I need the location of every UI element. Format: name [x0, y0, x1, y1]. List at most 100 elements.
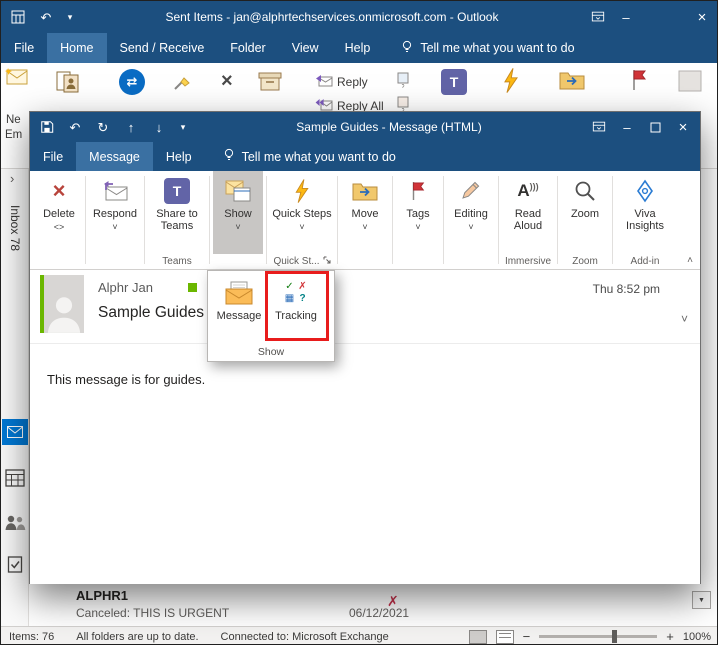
save-icon[interactable]	[36, 116, 58, 138]
zoom-level[interactable]: 100%	[683, 631, 711, 643]
customize-toolbar-chevron-icon[interactable]: ▾	[63, 6, 77, 28]
tell-me-box[interactable]: Tell me what you want to do	[215, 142, 404, 171]
tab-file[interactable]: File	[1, 33, 47, 63]
ribbon-button-quick-steps[interactable]: Quick Steps ˅	[270, 171, 334, 254]
ribbon-button-editing[interactable]: Editing ˅	[447, 171, 495, 254]
close-icon[interactable]: ×	[672, 116, 694, 138]
layout-normal-icon[interactable]	[468, 629, 487, 644]
dropdown-item-message[interactable]: Message	[213, 275, 265, 337]
archive-icon[interactable]	[257, 69, 283, 93]
nav-people-icon[interactable]	[2, 509, 28, 535]
respond-more-icon[interactable]: ˀ	[397, 72, 409, 92]
follow-up-flag-icon[interactable]	[629, 68, 649, 92]
canceled-meeting-icon: ✗	[387, 593, 399, 609]
cleanup-icon[interactable]	[171, 69, 195, 93]
minimize-icon[interactable]: –	[615, 6, 637, 28]
ribbon-button-share-to-teams[interactable]: T Share to Teams	[148, 171, 206, 254]
teams-icon: T	[164, 177, 190, 205]
customize-toolbar-chevron-icon[interactable]: ▾	[176, 116, 190, 138]
group-separator	[498, 176, 499, 264]
nav-mail-icon[interactable]	[2, 419, 28, 445]
collapse-ribbon-icon[interactable]: ˄	[687, 255, 693, 266]
layout-reading-icon[interactable]	[495, 629, 514, 644]
ribbon-button-viva-insights[interactable]: Viva Insights	[616, 171, 674, 254]
group-separator	[557, 176, 558, 264]
tab-help[interactable]: Help	[153, 142, 205, 171]
tab-folder[interactable]: Folder	[217, 33, 278, 63]
expand-folder-pane-icon[interactable]: ›	[10, 171, 14, 186]
group-editing: Editing ˅	[447, 171, 495, 269]
undo-icon[interactable]: ↶	[35, 6, 57, 28]
clipped-ribbon-icon[interactable]	[677, 69, 703, 93]
zoom-slider[interactable]	[539, 630, 658, 643]
ribbon-button-tags[interactable]: Tags ˅	[396, 171, 440, 254]
zoom-slider-thumb[interactable]	[612, 630, 618, 643]
tell-me-label: Tell me what you want to do	[420, 41, 575, 55]
ignore-x-icon[interactable]: ×	[221, 71, 233, 91]
ribbon-button-show[interactable]: Show ˅	[213, 171, 263, 254]
previous-item-icon[interactable]: ↑	[120, 116, 142, 138]
ribbon-button-zoom[interactable]: Zoom	[561, 171, 609, 254]
close-icon[interactable]: ×	[691, 6, 713, 28]
new-email-label-line1[interactable]: Ne	[6, 114, 21, 126]
ribbon-button-move[interactable]: Move ˅	[341, 171, 389, 254]
tell-me-box[interactable]: Tell me what you want to do	[393, 33, 582, 63]
avatar[interactable]	[40, 275, 84, 333]
tab-help[interactable]: Help	[332, 33, 384, 63]
expand-header-chevron-icon[interactable]: ˅	[681, 312, 688, 326]
teamviewer-icon[interactable]: ⇄	[119, 69, 145, 95]
status-items-count: Items: 76	[9, 630, 55, 643]
group-tags: Tags ˅	[396, 171, 440, 269]
quick-access-grid-icon[interactable]	[7, 6, 29, 28]
reply-button[interactable]: Reply	[337, 75, 368, 89]
nav-tasks-icon[interactable]	[2, 551, 28, 577]
ribbon-display-options-icon[interactable]	[587, 6, 609, 28]
pencil-icon	[459, 177, 483, 205]
message-body[interactable]: This message is for guides.	[30, 344, 700, 584]
tab-message[interactable]: Message	[76, 142, 153, 171]
tab-view[interactable]: View	[279, 33, 332, 63]
status-bar: Items: 76 All folders are up to date. Co…	[1, 626, 717, 644]
new-email-label-line2[interactable]: Em	[5, 129, 22, 141]
move-folder-icon[interactable]	[559, 69, 585, 91]
ribbon-button-respond[interactable]: Respond ˅	[89, 171, 141, 254]
chevron-down-icon: ˂​˃	[53, 222, 65, 232]
zoom-in-button[interactable]: +	[666, 629, 674, 644]
tab-send-receive[interactable]: Send / Receive	[107, 33, 218, 63]
next-item-icon[interactable]: ↓	[148, 116, 170, 138]
status-connection: Connected to: Microsoft Exchange	[220, 630, 389, 643]
nav-calendar-icon[interactable]	[2, 464, 28, 490]
group-separator	[337, 176, 338, 264]
tab-file[interactable]: File	[30, 142, 76, 171]
ribbon-button-read-aloud[interactable]: A))) Read Aloud	[502, 171, 554, 254]
inbox-folder-label[interactable]: Inbox 78	[8, 205, 22, 251]
zoom-out-button[interactable]: −	[523, 629, 531, 644]
new-email-icon[interactable]	[4, 65, 29, 87]
message-list-item[interactable]: ALPHR1 Canceled: THIS IS URGENT 06/12/20…	[29, 584, 717, 626]
ribbon-button-delete[interactable]: × Delete ˂​˃	[36, 171, 82, 254]
group-separator	[266, 176, 267, 264]
list-dropdown-button[interactable]: ▼	[692, 591, 711, 609]
group-zoom: Zoom Zoom	[561, 171, 609, 269]
quick-steps-lightning-icon[interactable]	[501, 67, 521, 94]
tracking-icon: ✓ ✗ ▦?	[284, 281, 307, 304]
sender-name[interactable]: Alphr Jan	[98, 280, 153, 295]
flag-icon	[409, 177, 427, 205]
undo-icon[interactable]: ↶	[64, 116, 86, 138]
ribbon-display-options-icon[interactable]	[588, 116, 610, 138]
tell-me-label: Tell me what you want to do	[241, 149, 396, 164]
lightbulb-icon	[223, 148, 235, 165]
address-book-icon[interactable]	[55, 69, 83, 95]
redo-icon[interactable]: ↻	[92, 116, 114, 138]
maximize-icon[interactable]	[644, 116, 666, 138]
group-teams: T Share to Teams Teams	[148, 171, 206, 269]
quick-steps-dialog-launcher-icon[interactable]	[323, 256, 331, 267]
group-separator	[209, 176, 210, 264]
dropdown-item-tracking[interactable]: ✓ ✗ ▦? Tracking	[270, 275, 322, 337]
group-separator	[144, 176, 145, 264]
teams-icon[interactable]: T	[441, 69, 467, 95]
message-ribbon: × Delete ˂​˃ Respond ˅	[30, 171, 700, 270]
message-header: Alphr Jan Sample Guides Thu 8:52 pm ˅	[30, 270, 700, 344]
minimize-icon[interactable]: –	[616, 116, 638, 138]
tab-home[interactable]: Home	[47, 33, 107, 63]
